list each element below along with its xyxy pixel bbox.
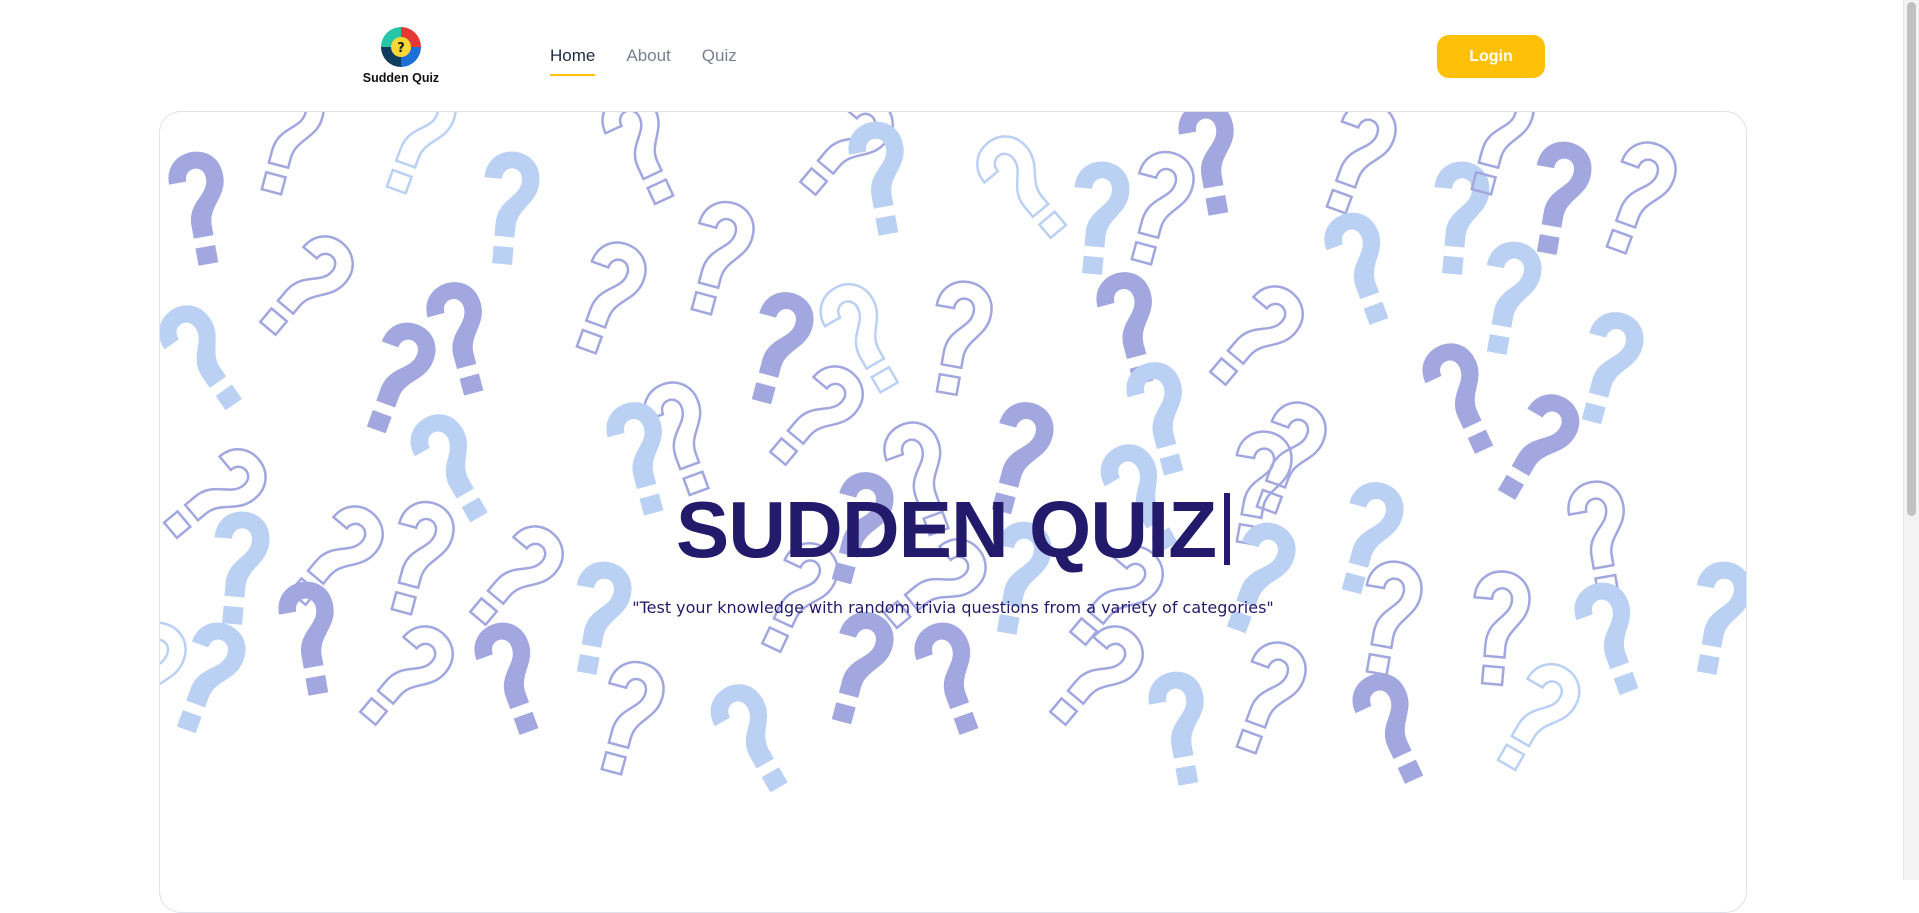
question-mark-icon	[848, 121, 904, 236]
hero-title-text: SUDDEN QUIZ	[675, 485, 1217, 574]
question-mark-icon	[1574, 582, 1639, 696]
question-mark-icon	[1048, 625, 1144, 727]
question-mark-icon	[600, 660, 665, 776]
login-button[interactable]: Login	[1437, 35, 1545, 78]
question-mark-icon	[1605, 141, 1677, 255]
question-mark-icon	[819, 282, 900, 395]
question-mark-icon	[1473, 570, 1531, 687]
question-mark-icon	[751, 292, 814, 405]
nav-link-about[interactable]: About	[626, 46, 670, 76]
question-mark-icon	[168, 151, 224, 266]
question-mark-icon	[690, 200, 755, 316]
question-mark-icon	[1324, 212, 1389, 326]
question-mark-icon	[1696, 561, 1746, 675]
question-mark-icon	[484, 151, 540, 265]
question-mark-icon	[1581, 312, 1644, 425]
logo[interactable]: ? Sudden Quiz	[362, 26, 440, 85]
question-mark-icon	[1536, 141, 1592, 255]
question-mark-icon	[1365, 560, 1423, 677]
question-mark-icon	[935, 280, 993, 397]
question-mark-icon	[1325, 112, 1397, 215]
question-mark-icon	[601, 112, 675, 206]
question-mark-icon	[358, 625, 454, 727]
question-mark-icon	[576, 561, 632, 675]
question-mark-icon	[1486, 241, 1542, 355]
question-mark-icon	[160, 305, 242, 411]
question-mark-icon	[914, 622, 979, 736]
question-mark-icon	[1352, 673, 1424, 784]
question-mark-icon	[1434, 161, 1490, 275]
question-mark-icon	[976, 135, 1068, 240]
question-mark-icon	[278, 581, 334, 696]
typing-caret	[1224, 493, 1231, 565]
question-mark-icon	[1470, 112, 1535, 196]
hero-banner: SUDDEN QUIZ "Test your knowledge with ra…	[159, 111, 1747, 913]
question-mark-icon	[385, 112, 457, 195]
page-scrollbar[interactable]	[1903, 0, 1919, 880]
logo-icon: ?	[381, 27, 421, 67]
nav-link-quiz[interactable]: Quiz	[702, 46, 737, 76]
top-nav: ? Sudden Quiz Home About Quiz Login	[0, 0, 1900, 112]
hero-title: SUDDEN QUIZ	[160, 490, 1746, 570]
question-mark-icon	[831, 612, 894, 725]
question-mark-icon	[1148, 671, 1204, 786]
logo-text: Sudden Quiz	[362, 71, 440, 85]
question-mark-icon	[1422, 343, 1494, 454]
question-mark-icon	[1074, 161, 1130, 275]
question-mark-icon	[260, 112, 325, 196]
scrollbar-thumb[interactable]	[1907, 2, 1916, 516]
question-mark-icon	[176, 622, 246, 734]
question-mark-icon	[258, 235, 354, 337]
nav-links: Home About Quiz	[550, 46, 737, 76]
nav-link-home[interactable]: Home	[550, 46, 596, 76]
question-mark-icon	[575, 241, 647, 355]
question-mark-icon	[1235, 641, 1307, 755]
svg-text:?: ?	[397, 41, 405, 56]
question-mark-icon	[1208, 285, 1304, 387]
question-mark-icon	[1130, 150, 1195, 266]
question-mark-icon	[710, 684, 788, 793]
hero-subtitle: "Test your knowledge with random trivia …	[632, 598, 1274, 617]
question-mark-icon	[474, 622, 539, 736]
question-mark-icon	[1496, 662, 1581, 772]
